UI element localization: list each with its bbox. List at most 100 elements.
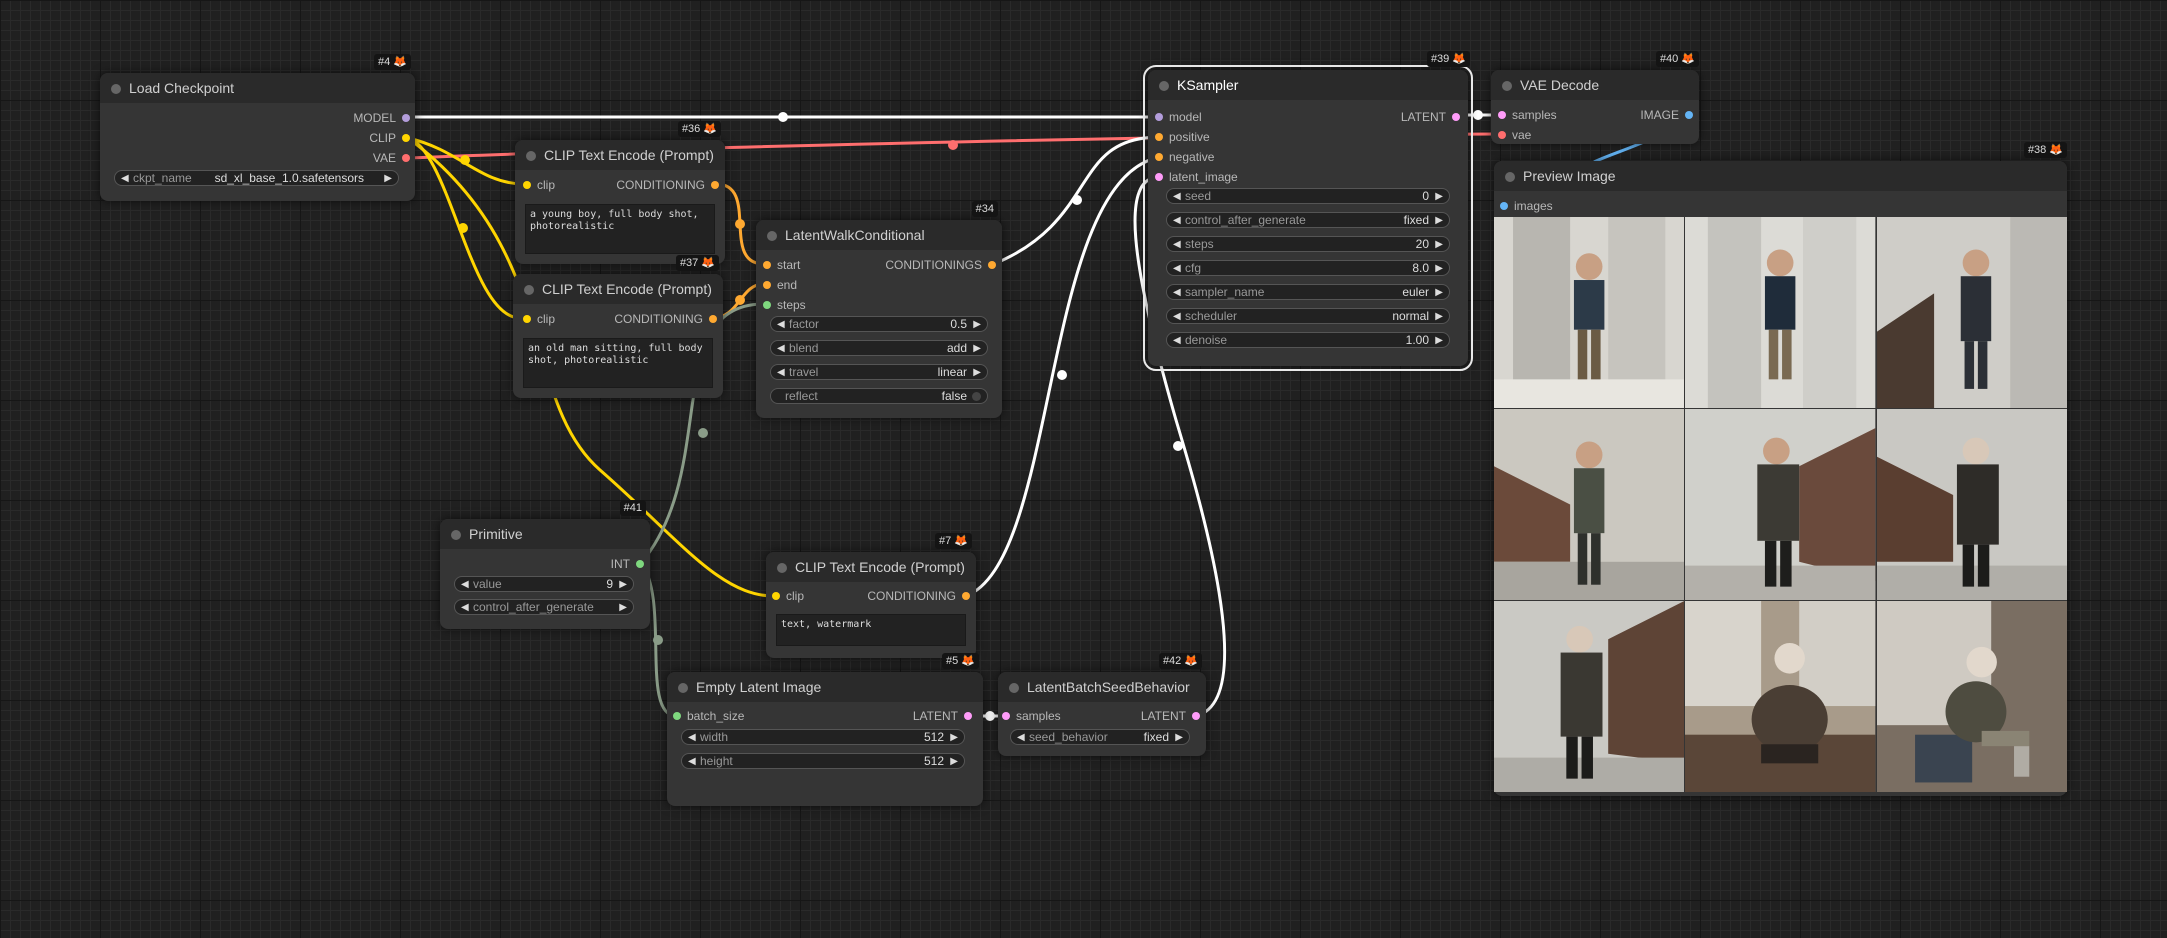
- collapse-dot-icon[interactable]: [526, 151, 536, 161]
- node-title-bar[interactable]: VAE Decode: [1491, 70, 1699, 100]
- arrow-left-icon[interactable]: ◀: [1173, 237, 1181, 252]
- node-latent-walk-conditional[interactable]: #34 LatentWalkConditional start end step…: [756, 201, 1002, 418]
- output-clip[interactable]: CLIP: [369, 131, 410, 145]
- node-clip-text-encode-7[interactable]: #7 🦊 CLIP Text Encode (Prompt) clip CONDI…: [766, 533, 976, 658]
- input-steps[interactable]: steps: [763, 298, 806, 312]
- arrow-right-icon[interactable]: ▶: [950, 754, 958, 769]
- arrow-left-icon[interactable]: ◀: [688, 754, 696, 769]
- arrow-right-icon[interactable]: ▶: [1435, 309, 1443, 324]
- collapse-dot-icon[interactable]: [451, 530, 461, 540]
- input-start[interactable]: start: [763, 258, 800, 272]
- sampler-name-combo[interactable]: ◀ sampler_name euler ▶: [1166, 284, 1450, 300]
- collapse-dot-icon[interactable]: [767, 231, 777, 241]
- node-clip-text-encode-37[interactable]: #37 🦊 CLIP Text Encode (Prompt) clip COND…: [513, 255, 723, 398]
- node-vae-decode[interactable]: #40 🦊 VAE Decode samples vae IMAGE: [1491, 51, 1699, 144]
- preview-thumb-man-1[interactable]: [1494, 409, 1685, 600]
- blend-combo[interactable]: ◀ blend add ▶: [770, 340, 988, 356]
- arrow-left-icon[interactable]: ◀: [777, 317, 785, 332]
- collapse-dot-icon[interactable]: [524, 285, 534, 295]
- input-end[interactable]: end: [763, 278, 797, 292]
- output-conditioning[interactable]: CONDITIONING: [614, 312, 717, 326]
- preview-thumb-man-2[interactable]: [1685, 409, 1876, 600]
- arrow-left-icon[interactable]: ◀: [1173, 333, 1181, 348]
- node-title-bar[interactable]: LatentWalkConditional: [756, 220, 1002, 250]
- input-positive[interactable]: positive: [1155, 130, 1210, 144]
- value-number[interactable]: ◀ value 9 ▶: [454, 576, 634, 592]
- output-vae[interactable]: VAE: [373, 151, 410, 165]
- input-clip[interactable]: clip: [523, 312, 555, 326]
- node-title-bar[interactable]: Load Checkpoint: [100, 73, 415, 103]
- control-after-generate-combo[interactable]: ◀ control_after_generate fixed ▶: [1166, 212, 1450, 228]
- node-title-bar[interactable]: Primitive: [440, 519, 650, 549]
- input-negative[interactable]: negative: [1155, 150, 1214, 164]
- arrow-right-icon[interactable]: ▶: [1175, 730, 1183, 745]
- arrow-right-icon[interactable]: ▶: [1435, 237, 1443, 252]
- output-latent[interactable]: LATENT: [1401, 110, 1460, 124]
- output-conditionings[interactable]: CONDITIONINGS: [885, 258, 996, 272]
- input-model[interactable]: model: [1155, 110, 1202, 124]
- preview-thumb-man-3[interactable]: [1876, 409, 2067, 600]
- node-title-bar[interactable]: Preview Image: [1494, 161, 2067, 191]
- node-empty-latent-image[interactable]: #5 🦊 Empty Latent Image batch_size LATENT…: [667, 653, 983, 806]
- arrow-right-icon[interactable]: ▶: [619, 600, 627, 615]
- arrow-right-icon[interactable]: ▶: [973, 365, 981, 380]
- arrow-right-icon[interactable]: ▶: [619, 577, 627, 592]
- arrow-right-icon[interactable]: ▶: [1435, 213, 1443, 228]
- output-latent[interactable]: LATENT: [1141, 709, 1200, 723]
- collapse-dot-icon[interactable]: [1502, 81, 1512, 91]
- node-load-checkpoint[interactable]: #4 🦊 Load Checkpoint MODEL CLIP VAE ◀ ckp…: [100, 54, 415, 201]
- output-conditioning[interactable]: CONDITIONING: [616, 178, 719, 192]
- node-primitive[interactable]: #41 Primitive INT ◀ value 9 ▶ ◀ control_afte…: [440, 500, 650, 629]
- output-conditioning[interactable]: CONDITIONING: [867, 589, 970, 603]
- factor-number[interactable]: ◀ factor 0.5 ▶: [770, 316, 988, 332]
- arrow-right-icon[interactable]: ▶: [950, 730, 958, 745]
- input-latent-image[interactable]: latent_image: [1155, 170, 1238, 184]
- arrow-left-icon[interactable]: ◀: [1173, 261, 1181, 276]
- input-clip[interactable]: clip: [523, 178, 555, 192]
- arrow-right-icon[interactable]: ▶: [1435, 333, 1443, 348]
- steps-number[interactable]: ◀ steps 20 ▶: [1166, 236, 1450, 252]
- arrow-left-icon[interactable]: ◀: [1173, 189, 1181, 204]
- node-title-bar[interactable]: CLIP Text Encode (Prompt): [515, 140, 725, 170]
- prompt-textarea[interactable]: text, watermark: [776, 614, 966, 646]
- node-title-bar[interactable]: CLIP Text Encode (Prompt): [766, 552, 976, 582]
- collapse-dot-icon[interactable]: [777, 563, 787, 573]
- node-latent-batch-seed-behavior[interactable]: #42 🦊 LatentBatchSeedBehavior samples LAT…: [998, 653, 1206, 756]
- output-int[interactable]: INT: [611, 557, 644, 571]
- prompt-textarea[interactable]: a young boy, full body shot, photorealis…: [525, 204, 715, 254]
- arrow-right-icon[interactable]: ▶: [1435, 285, 1443, 300]
- seed-number[interactable]: ◀ seed 0 ▶: [1166, 188, 1450, 204]
- output-model[interactable]: MODEL: [353, 111, 410, 125]
- node-title-bar[interactable]: CLIP Text Encode (Prompt): [513, 274, 723, 304]
- arrow-left-icon[interactable]: ◀: [1173, 285, 1181, 300]
- input-samples[interactable]: samples: [1498, 108, 1557, 122]
- ckpt-name-combo[interactable]: ◀ ckpt_name sd_xl_base_1.0.safetensors ▶: [114, 170, 399, 186]
- arrow-left-icon[interactable]: ◀: [461, 577, 469, 592]
- arrow-left-icon[interactable]: ◀: [777, 365, 785, 380]
- arrow-right-icon[interactable]: ▶: [1435, 261, 1443, 276]
- arrow-left-icon[interactable]: ◀: [688, 730, 696, 745]
- arrow-left-icon[interactable]: ◀: [121, 171, 129, 186]
- arrow-right-icon[interactable]: ▶: [973, 317, 981, 332]
- output-latent[interactable]: LATENT: [913, 709, 972, 723]
- preview-thumb-man-6[interactable]: [1876, 601, 2067, 792]
- scheduler-combo[interactable]: ◀ scheduler normal ▶: [1166, 308, 1450, 324]
- node-clip-text-encode-36[interactable]: #36 🦊 CLIP Text Encode (Prompt) clip COND…: [515, 121, 725, 264]
- input-vae[interactable]: vae: [1498, 128, 1531, 142]
- travel-combo[interactable]: ◀ travel linear ▶: [770, 364, 988, 380]
- collapse-dot-icon[interactable]: [678, 683, 688, 693]
- collapse-dot-icon[interactable]: [111, 84, 121, 94]
- input-images[interactable]: images: [1500, 199, 1553, 213]
- collapse-dot-icon[interactable]: [1009, 683, 1019, 693]
- node-title-bar[interactable]: Empty Latent Image: [667, 672, 983, 702]
- arrow-left-icon[interactable]: ◀: [1173, 309, 1181, 324]
- denoise-number[interactable]: ◀ denoise 1.00 ▶: [1166, 332, 1450, 348]
- preview-thumb-man-5[interactable]: [1685, 601, 1876, 792]
- input-batch-size[interactable]: batch_size: [673, 709, 744, 723]
- preview-thumb-boy-2[interactable]: [1685, 217, 1876, 408]
- collapse-dot-icon[interactable]: [1505, 172, 1515, 182]
- node-title-bar[interactable]: LatentBatchSeedBehavior: [998, 672, 1206, 702]
- prompt-textarea[interactable]: an old man sitting, full body shot, phot…: [523, 338, 713, 388]
- input-samples[interactable]: samples: [1002, 709, 1061, 723]
- arrow-left-icon[interactable]: ◀: [1017, 730, 1025, 745]
